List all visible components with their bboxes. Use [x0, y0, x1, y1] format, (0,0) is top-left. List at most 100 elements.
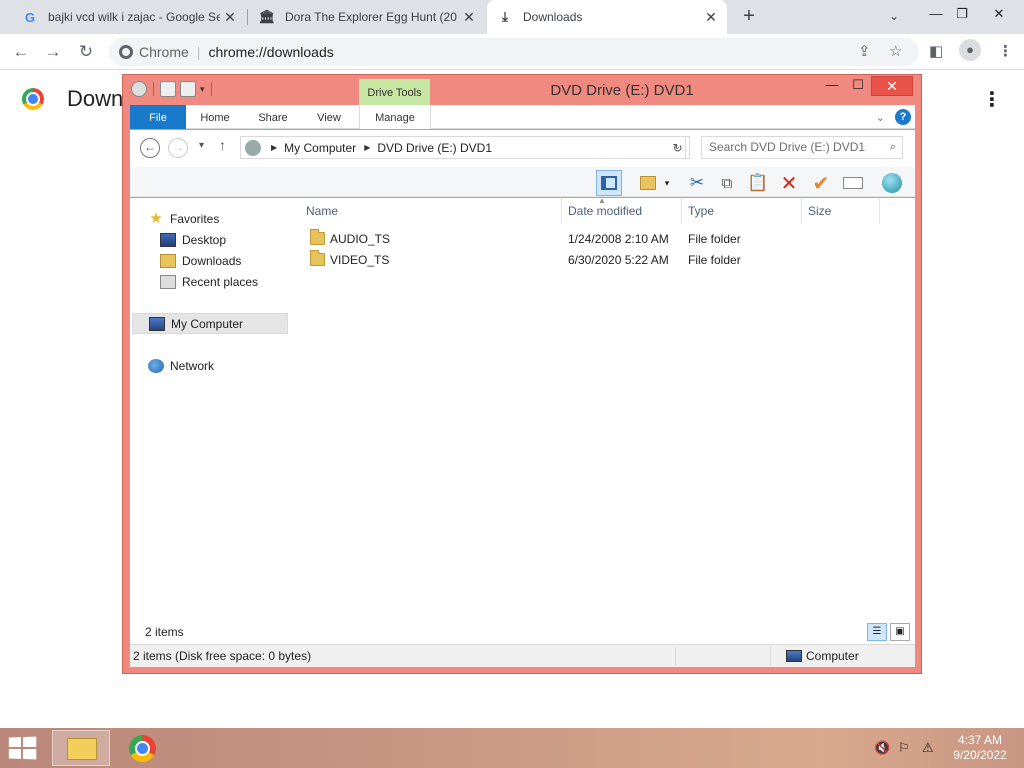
status-divider: [675, 647, 676, 665]
archive-icon: 🏛: [258, 9, 276, 24]
tab-share[interactable]: Share: [246, 105, 300, 129]
cut-icon[interactable]: ✂: [684, 170, 710, 196]
refresh-icon[interactable]: ↻: [666, 136, 690, 159]
nav-downloads[interactable]: Downloads: [160, 250, 318, 271]
nav-label: My Computer: [171, 316, 244, 331]
rename-icon[interactable]: [840, 170, 866, 196]
tab-google-search[interactable]: G bajki vcd wilk i zajac - Google Search…: [12, 0, 246, 34]
new-tab-button[interactable]: +: [737, 5, 761, 29]
address-bar[interactable]: ▶ My Computer ▶ DVD Drive (E:) DVD1 ⌄: [240, 136, 686, 159]
nav-desktop[interactable]: Desktop: [160, 229, 318, 250]
expand-ribbon-chevron-icon[interactable]: ⌄: [876, 111, 885, 124]
tab-view[interactable]: View: [304, 105, 354, 129]
reload-icon[interactable]: ↻: [74, 41, 98, 63]
paste-icon[interactable]: 📋: [745, 170, 771, 196]
column-header-size[interactable]: Size: [802, 198, 880, 224]
close-browser-button[interactable]: ✕: [984, 0, 1014, 34]
check-icon[interactable]: ✔: [808, 170, 834, 196]
taskbar-file-explorer[interactable]: [52, 730, 110, 766]
preview-pane-icon[interactable]: [596, 170, 622, 196]
tab-dora-archive[interactable]: 🏛 Dora The Explorer Egg Hunt (2004) ✕: [249, 0, 485, 34]
bookmark-star-icon[interactable]: ☆: [889, 42, 902, 60]
system-clock[interactable]: 4:37 AM 9/20/2022: [948, 733, 1012, 763]
breadcrumb-my-computer[interactable]: My Computer: [284, 141, 356, 155]
omnibox-divider: |: [196, 44, 201, 60]
breadcrumb-dvd-drive[interactable]: DVD Drive (E:) DVD1: [377, 141, 492, 155]
downloads-menu-icon[interactable]: ⋮: [982, 87, 1002, 112]
nav-label: Recent places: [182, 274, 259, 289]
tab-home[interactable]: Home: [190, 105, 240, 129]
large-icons-view-icon[interactable]: ▣: [890, 623, 910, 641]
omnibox-site-label: Chrome: [139, 44, 189, 60]
file-row[interactable]: VIDEO_TS 6/30/2020 5:22 AM File folder: [300, 250, 915, 271]
tab-title: bajki vcd wilk i zajac - Google Search: [48, 10, 220, 24]
nav-label: Favorites: [170, 211, 220, 226]
folder-options-dropdown-icon[interactable]: ▾: [660, 170, 674, 196]
windows-start-icon[interactable]: [8, 736, 39, 760]
recent-locations-dropdown-icon[interactable]: ▾: [199, 140, 204, 151]
maximize-window-button[interactable]: ☐: [845, 76, 871, 96]
search-icon[interactable]: ⌕: [890, 137, 896, 158]
forward-arrow-icon[interactable]: →: [41, 41, 65, 63]
chrome-logo-icon: [22, 88, 44, 110]
column-header-date[interactable]: Date modified: [562, 198, 682, 224]
help-icon[interactable]: ?: [895, 109, 911, 125]
file-name: VIDEO_TS: [330, 253, 390, 267]
share-icon[interactable]: ⇪: [858, 42, 871, 60]
column-header-type[interactable]: Type: [682, 198, 802, 224]
folder-icon: [310, 229, 325, 245]
action-center-icon[interactable]: ⚐: [898, 740, 910, 756]
minimize-window-button[interactable]: —: [819, 76, 845, 96]
close-tab-icon[interactable]: ✕: [461, 9, 477, 25]
breadcrumb-chevron-icon[interactable]: ▶: [271, 143, 277, 152]
file-date: 1/24/2008 2:10 AM: [568, 232, 669, 246]
folder-options-icon[interactable]: [635, 170, 661, 196]
page-title: Down: [67, 86, 124, 111]
status-location-label: Computer: [806, 649, 859, 663]
window-title: DVD Drive (E:) DVD1: [550, 82, 694, 99]
nav-label: Desktop: [182, 232, 227, 247]
copy-icon[interactable]: ⧉: [714, 170, 740, 196]
close-tab-icon[interactable]: ✕: [703, 9, 719, 25]
forward-button[interactable]: →: [168, 138, 188, 158]
google-g-icon: G: [24, 9, 36, 25]
tab-manage[interactable]: Manage: [359, 105, 431, 129]
close-window-button[interactable]: ✕: [871, 76, 913, 96]
status-bar: 2 items (Disk free space: 0 bytes) Compu…: [130, 644, 915, 667]
network-warning-icon[interactable]: ⚠: [922, 740, 934, 756]
back-button[interactable]: ←: [140, 138, 160, 158]
status-location: Computer: [786, 649, 859, 663]
omnibox[interactable]: Chrome | chrome://downloads: [109, 38, 919, 66]
nav-network[interactable]: Network: [148, 355, 306, 376]
location-icon: [245, 139, 261, 156]
restore-browser-button[interactable]: ❐: [947, 0, 977, 34]
tab-search-chevron-icon[interactable]: ⌄: [889, 9, 899, 23]
details-view-icon[interactable]: ☰: [867, 623, 887, 641]
profile-avatar-icon[interactable]: ●: [959, 39, 981, 61]
address-row: ← → ▾ ↑ ▶ My Computer ▶ DVD Drive (E:) D…: [130, 130, 915, 167]
close-tab-icon[interactable]: ✕: [222, 9, 238, 25]
explorer-window: ▾ Drive Tools DVD Drive (E:) DVD1 — ☐ ✕ …: [122, 74, 922, 674]
back-arrow-icon[interactable]: ←: [9, 41, 33, 63]
tab-downloads[interactable]: ⤓ Downloads ✕: [487, 0, 727, 34]
search-input[interactable]: Search DVD Drive (E:) DVD1 ⌕: [701, 136, 903, 159]
nav-recent-places[interactable]: Recent places: [160, 271, 318, 292]
taskbar-chrome[interactable]: [114, 730, 172, 766]
file-row[interactable]: AUDIO_TS 1/24/2008 2:10 AM File folder: [300, 229, 915, 250]
explorer-content: ★ Favorites Desktop Downloads Recent pla…: [130, 196, 915, 644]
delete-icon[interactable]: ✕: [776, 170, 802, 196]
nav-favorites[interactable]: ★ Favorites: [148, 208, 306, 229]
chrome-menu-icon[interactable]: ⋮: [998, 42, 1013, 60]
breadcrumb-chevron-icon[interactable]: ▶: [364, 143, 370, 152]
globe-icon[interactable]: [879, 170, 905, 196]
nav-my-computer[interactable]: My Computer: [132, 313, 288, 334]
up-arrow-icon[interactable]: ↑: [219, 137, 226, 153]
volume-muted-icon[interactable]: 🔇: [874, 740, 890, 756]
column-header-name[interactable]: Name: [300, 198, 562, 224]
file-date: 6/30/2020 5:22 AM: [568, 253, 669, 267]
ribbon-tab-bar: File Home Share View Manage ⌄ ?: [130, 105, 915, 129]
omnibox-url[interactable]: chrome://downloads: [208, 44, 333, 60]
explorer-title-bar[interactable]: ▾ Drive Tools DVD Drive (E:) DVD1 — ☐ ✕: [123, 75, 921, 105]
tab-file[interactable]: File: [130, 105, 186, 129]
side-panel-icon[interactable]: ◧: [929, 42, 943, 60]
